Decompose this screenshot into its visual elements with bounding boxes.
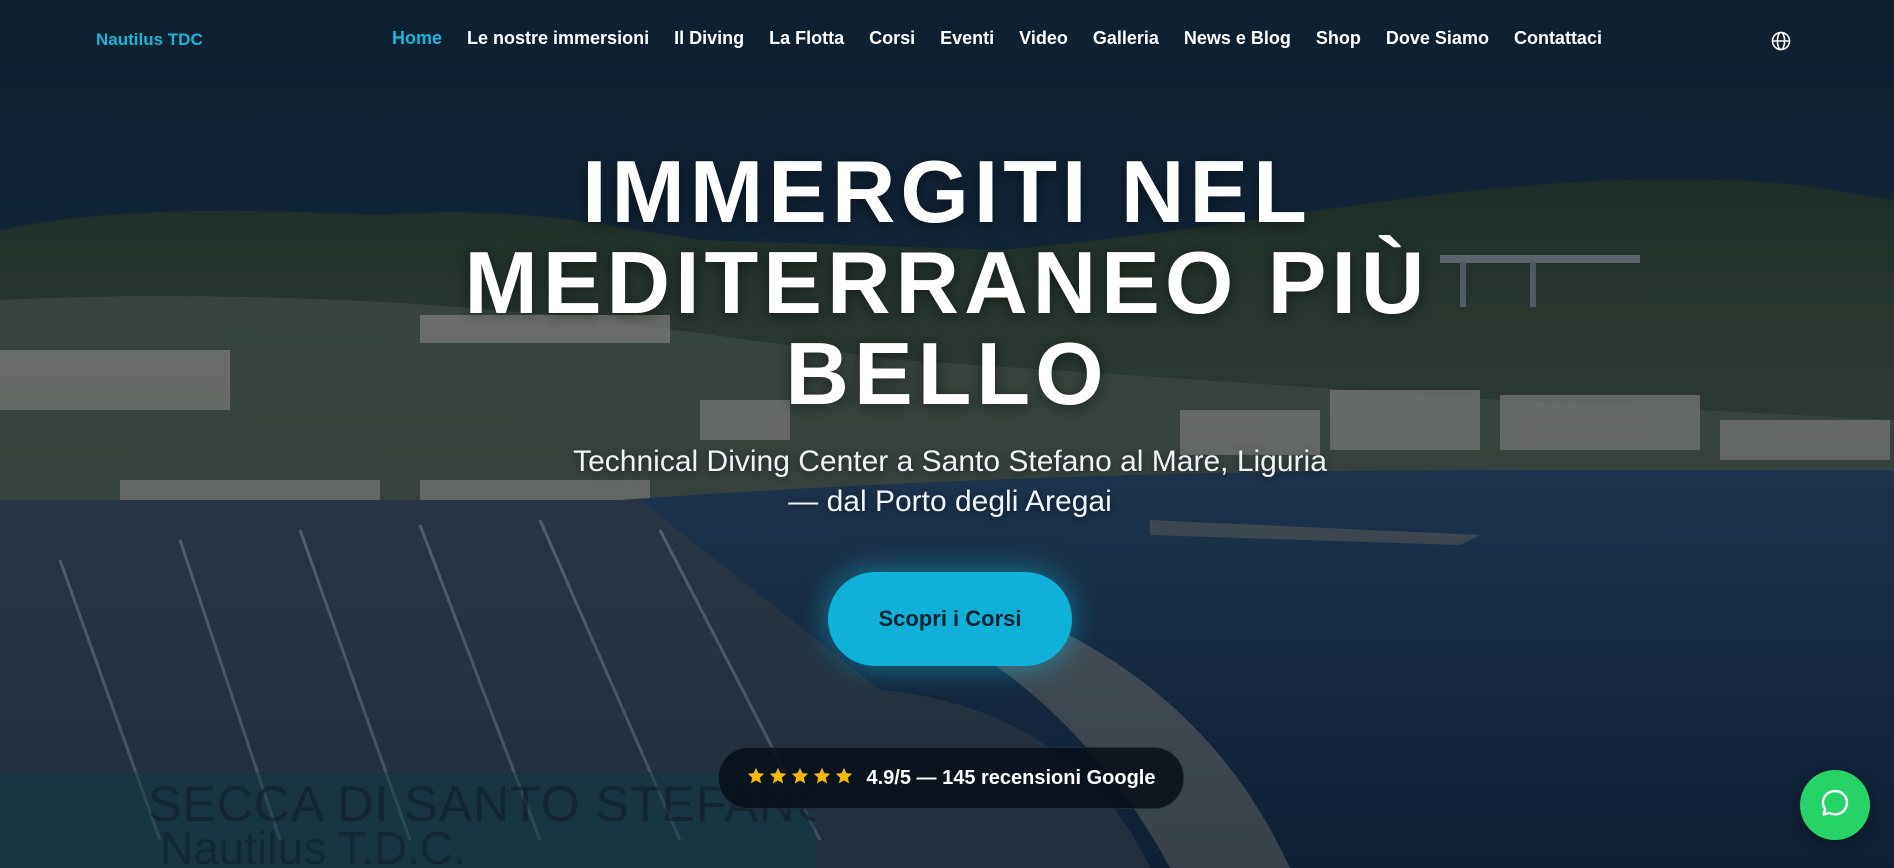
ghost-caption: SECCA DI SANTO STEFANO Nautilus T.D.C. <box>0 772 815 868</box>
google-rating-badge: 4.9/5 — 145 recensioni Google <box>718 747 1184 809</box>
rating-stars <box>746 766 854 791</box>
hero-subtitle-line2: — dal Porto degli Aregai <box>788 485 1112 518</box>
star-icon <box>834 766 854 791</box>
brand-logo-link[interactable]: Nautilus TDC <box>96 30 203 50</box>
whatsapp-chat-button[interactable] <box>1800 770 1870 840</box>
rating-text: 4.9/5 — 145 recensioni Google <box>866 766 1156 789</box>
nav-item-galleria[interactable]: Galleria <box>1093 28 1159 49</box>
nav-item-contattaci[interactable]: Contattaci <box>1514 28 1602 49</box>
star-icon <box>790 766 810 791</box>
hero-subtitle: Technical Diving Center a Santo Stefano … <box>540 442 1360 522</box>
top-navbar: Nautilus TDC Home Le nostre immersioni Il … <box>0 0 1894 80</box>
nav-item-video[interactable]: Video <box>1019 28 1068 49</box>
star-icon <box>768 766 788 791</box>
star-icon <box>812 766 832 791</box>
nav-item-eventi[interactable]: Eventi <box>940 28 994 49</box>
nav-item-le-nostre-immersioni[interactable]: Le nostre immersioni <box>467 28 649 49</box>
whatsapp-chat-icon <box>1818 786 1852 825</box>
hero-title: IMMERGITI NEL MEDITERRANEO PIÙ BELLO <box>464 142 1430 423</box>
nav-item-la-flotta[interactable]: La Flotta <box>769 28 844 49</box>
hero-subtitle-line1: Technical Diving Center a Santo Stefano … <box>573 445 1327 478</box>
nav-item-shop[interactable]: Shop <box>1316 28 1361 49</box>
nav-item-dove-siamo[interactable]: Dove Siamo <box>1386 28 1489 49</box>
nav-item-corsi[interactable]: Corsi <box>869 28 915 49</box>
discover-courses-button[interactable]: Scopri i Corsi <box>828 572 1072 666</box>
globe-icon[interactable] <box>1770 30 1792 52</box>
star-icon <box>746 766 766 791</box>
ghost-caption-subtitle: Nautilus T.D.C. <box>160 822 466 868</box>
nav-item-news-e-blog[interactable]: News e Blog <box>1184 28 1291 49</box>
nav-item-il-diving[interactable]: Il Diving <box>674 28 744 49</box>
nav-item-home[interactable]: Home <box>392 28 442 49</box>
hero-background-image <box>0 0 1894 868</box>
main-menu: Home Le nostre immersioni Il Diving La Flot… <box>392 28 1602 49</box>
